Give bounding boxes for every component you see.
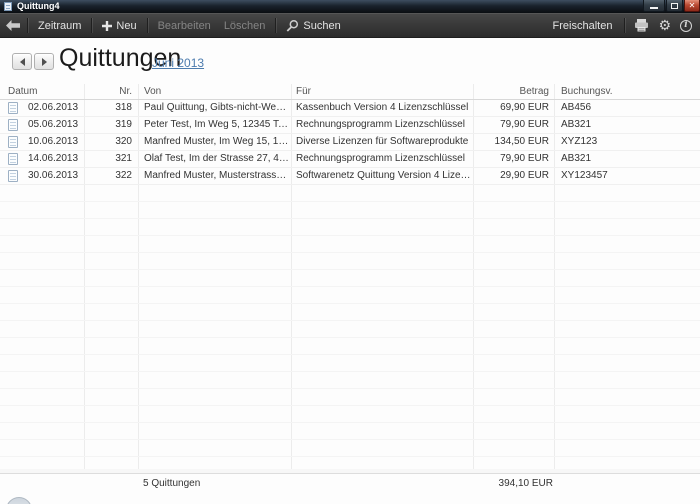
cell-betrag: 29,90 EUR xyxy=(465,168,549,184)
close-icon: ✕ xyxy=(689,1,696,11)
bearbeiten-label: Bearbeiten xyxy=(158,20,211,32)
cell-buchungsv: XYZ123 xyxy=(561,134,693,150)
cell-fuer: Rechnungsprogramm Lizenzschlüssel xyxy=(296,117,471,133)
summary-count: 5 Quittungen xyxy=(143,478,200,489)
suchen-button[interactable]: Suchen xyxy=(283,19,343,32)
cell-datum: 30.06.2013 xyxy=(28,168,78,184)
cell-buchungsv: AB321 xyxy=(561,151,693,167)
table-header: Datum Nr. Von Für Betrag Buchungsv. xyxy=(0,84,700,100)
column-header-nr[interactable]: Nr. xyxy=(88,84,132,99)
cell-fuer: Rechnungsprogramm Lizenzschlüssel xyxy=(296,151,471,167)
cell-betrag: 69,90 EUR xyxy=(465,100,549,116)
plus-icon xyxy=(102,21,112,31)
cell-datum: 14.06.2013 xyxy=(28,151,78,167)
cell-fuer: Diverse Lizenzen für Softwareprodukte xyxy=(296,134,471,150)
table-row[interactable]: 05.06.2013 319 Peter Test, Im Weg 5, 123… xyxy=(0,117,700,134)
cell-betrag: 134,50 EUR xyxy=(465,134,549,150)
next-period-button[interactable] xyxy=(34,53,54,70)
receipt-document-icon xyxy=(8,102,18,114)
period-link[interactable]: Juni 2013 xyxy=(152,56,204,70)
bottom-circle-button[interactable] xyxy=(6,497,32,504)
column-header-buchungsv[interactable]: Buchungsv. xyxy=(561,84,613,99)
column-header-datum[interactable]: Datum xyxy=(8,84,37,99)
cell-betrag: 79,90 EUR xyxy=(465,151,549,167)
back-arrow-icon xyxy=(6,20,20,31)
column-header-betrag[interactable]: Betrag xyxy=(465,84,549,99)
loeschen-label: Löschen xyxy=(224,20,266,32)
freischalten-label: Freischalten xyxy=(553,20,613,32)
chevron-right-icon xyxy=(42,58,47,66)
summary-divider xyxy=(0,469,700,474)
cell-von: Manfred Muster, Im Weg 15, 1234... xyxy=(144,134,289,150)
toolbar-separator xyxy=(624,18,625,33)
toolbar-separator xyxy=(147,18,148,33)
cell-buchungsv: AB456 xyxy=(561,100,693,116)
settings-button[interactable]: ⚙ xyxy=(658,19,671,33)
close-button[interactable]: ✕ xyxy=(684,0,700,12)
column-header-von[interactable]: Von xyxy=(144,84,161,99)
cell-nr: 321 xyxy=(88,151,132,167)
cell-datum: 10.06.2013 xyxy=(28,134,78,150)
cell-fuer: Softwarenetz Quittung Version 4 Lizenzsc… xyxy=(296,168,471,184)
window-title: Quittung4 xyxy=(17,0,60,13)
print-button[interactable] xyxy=(634,19,649,32)
cell-nr: 319 xyxy=(88,117,132,133)
info-icon: i xyxy=(680,20,692,32)
info-button[interactable]: i xyxy=(680,20,692,32)
table-row[interactable]: 10.06.2013 320 Manfred Muster, Im Weg 15… xyxy=(0,134,700,151)
cell-buchungsv: AB321 xyxy=(561,117,693,133)
cell-datum: 05.06.2013 xyxy=(28,117,78,133)
zeitraum-button[interactable]: Zeitraum xyxy=(35,20,84,32)
receipt-document-icon xyxy=(8,170,18,182)
cell-datum: 02.06.2013 xyxy=(28,100,78,116)
titlebar: Quittung4 ✕ xyxy=(0,0,700,13)
receipt-document-icon xyxy=(8,153,18,165)
zeitraum-label: Zeitraum xyxy=(38,20,81,32)
cell-von: Peter Test, Im Weg 5, 12345 Testha... xyxy=(144,117,289,133)
suchen-label: Suchen xyxy=(303,20,340,32)
gear-icon: ⚙ xyxy=(658,19,671,33)
app-window: Quittung4 ✕ Zeitraum Neu Bearbeiten Lösc… xyxy=(0,0,700,504)
receipt-document-icon xyxy=(8,136,18,148)
bearbeiten-button[interactable]: Bearbeiten xyxy=(155,20,214,32)
printer-icon xyxy=(634,19,649,32)
toolbar-separator xyxy=(275,18,276,33)
maximize-icon xyxy=(671,3,678,9)
loeschen-button[interactable]: Löschen xyxy=(221,20,269,32)
summary-total: 394,10 EUR xyxy=(453,478,553,489)
chevron-left-icon xyxy=(20,58,25,66)
previous-period-button[interactable] xyxy=(12,53,32,70)
search-icon xyxy=(286,19,299,32)
table-row[interactable]: 30.06.2013 322 Manfred Muster, Musterstr… xyxy=(0,168,700,185)
toolbar-separator xyxy=(91,18,92,33)
receipt-document-icon xyxy=(8,119,18,131)
toolbar-separator xyxy=(27,18,28,33)
cell-buchungsv: XY123457 xyxy=(561,168,693,184)
neu-label: Neu xyxy=(116,20,136,32)
column-header-fuer[interactable]: Für xyxy=(296,84,311,99)
cell-von: Olaf Test, Im der Strasse 27, 43210... xyxy=(144,151,289,167)
neu-button[interactable]: Neu xyxy=(99,20,139,32)
cell-nr: 322 xyxy=(88,168,132,184)
minimize-button[interactable] xyxy=(643,0,665,12)
cell-nr: 320 xyxy=(88,134,132,150)
maximize-button[interactable] xyxy=(666,0,683,12)
table-row[interactable]: 14.06.2013 321 Olaf Test, Im der Strasse… xyxy=(0,151,700,168)
period-nav xyxy=(12,53,54,70)
cell-fuer: Kassenbuch Version 4 Lizenzschlüssel xyxy=(296,100,471,116)
app-icon xyxy=(4,2,12,11)
table-row[interactable]: 02.06.2013 318 Paul Quittung, Gibts-nich… xyxy=(0,100,700,117)
minimize-icon xyxy=(650,7,658,9)
toolbar-right-group: Freischalten ⚙ i xyxy=(550,18,694,33)
empty-table-area xyxy=(0,185,700,470)
cell-von: Manfred Muster, Musterstrasse 29,... xyxy=(144,168,289,184)
back-button[interactable] xyxy=(6,20,20,31)
cell-nr: 318 xyxy=(88,100,132,116)
cell-betrag: 79,90 EUR xyxy=(465,117,549,133)
toolbar: Zeitraum Neu Bearbeiten Löschen Suchen F… xyxy=(0,13,700,38)
cell-von: Paul Quittung, Gibts-nicht-Weg 7, 9... xyxy=(144,100,289,116)
freischalten-button[interactable]: Freischalten xyxy=(550,20,616,32)
